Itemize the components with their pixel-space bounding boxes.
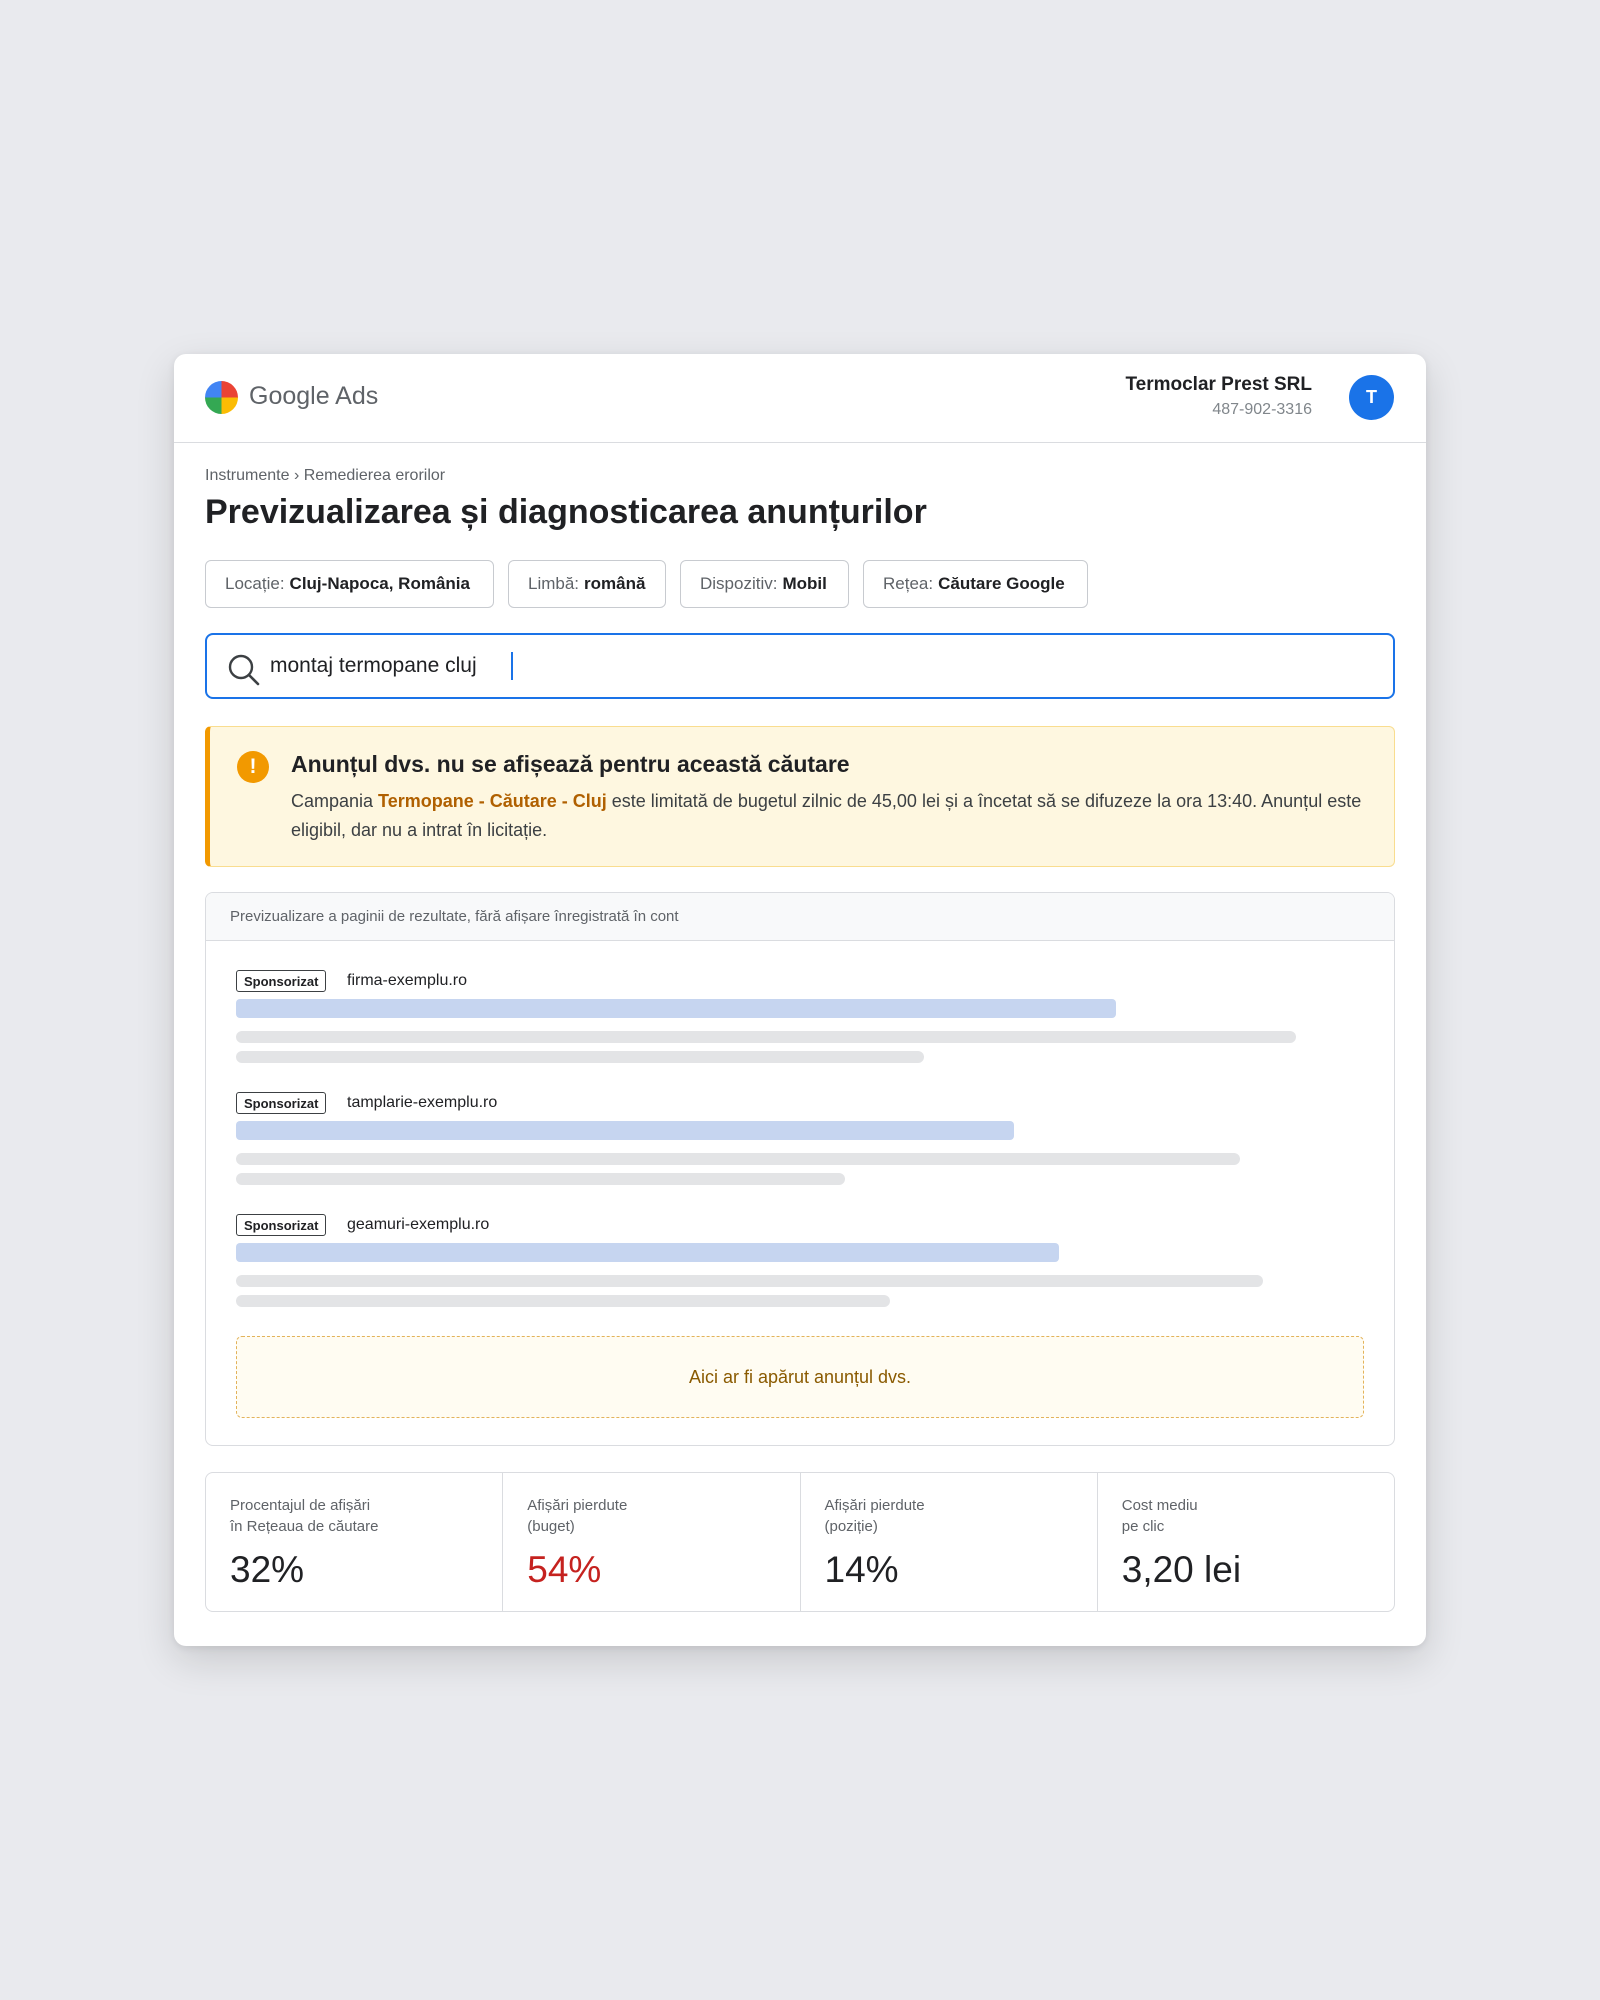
metric-avg-cpc: Cost mediu pe clic 3,20 lei [1098, 1473, 1394, 1611]
ad-description-placeholder [236, 1295, 890, 1307]
filter-location-value: Cluj-Napoca, România [289, 574, 470, 593]
filter-network-value: Căutare Google [938, 574, 1065, 593]
sponsored-badge: Sponsorizat [236, 1214, 327, 1236]
metric-label-line: Cost mediu [1121, 1497, 1198, 1514]
competitor-ad[interactable]: Sponsorizat geamuri-exemplu.ro [236, 1214, 1366, 1314]
metric-label: Afișări pierdute (buget) [527, 1495, 627, 1537]
metric-label-line: (buget) [527, 1518, 575, 1535]
search-icon [228, 654, 260, 686]
avatar[interactable]: T [1349, 375, 1394, 420]
ad-description-placeholder [236, 1031, 1296, 1043]
filter-language[interactable]: Limbă: română [508, 560, 666, 608]
sponsored-badge: Sponsorizat [236, 1092, 327, 1114]
filter-network[interactable]: Rețea: Căutare Google [863, 560, 1088, 608]
alert-body: Campania Termopane - Căutare - Cluj este… [291, 787, 1381, 845]
ad-headline-placeholder [236, 1243, 1059, 1262]
alert-body-prefix: Campania [291, 791, 379, 811]
breadcrumb-current: Remedierea erorilor [303, 467, 446, 484]
breadcrumb: Instrumente › Remedierea erorilor [205, 467, 445, 485]
breadcrumb-separator: › [293, 467, 300, 484]
filter-network-label: Rețea: [883, 574, 934, 593]
search-input[interactable]: montaj termopane cluj [205, 633, 1395, 699]
ad-description-placeholder [236, 1153, 1240, 1165]
account-id: 487-902-3316 [1212, 401, 1312, 418]
search-query: montaj termopane cluj [270, 654, 477, 677]
filter-device[interactable]: Dispozitiv: Mobil [680, 560, 849, 608]
budget-alert: ! Anunțul dvs. nu se afișează pentru ace… [205, 726, 1395, 867]
metric-lost-rank: Afișări pierdute (poziție) 14% [801, 1473, 1098, 1611]
warning-icon: ! [237, 751, 269, 783]
your-ad-slot: Aici ar fi apărut anunțul dvs. [236, 1336, 1364, 1418]
filter-language-label: Limbă: [528, 574, 580, 593]
ad-description-placeholder [236, 1173, 845, 1185]
ad-domain: firma-exemplu.ro [347, 972, 468, 989]
page-title: Previzualizarea și diagnosticarea anunțu… [205, 493, 927, 531]
ad-description-placeholder [236, 1275, 1263, 1287]
metric-label-line: în Rețeaua de căutare [230, 1518, 379, 1535]
preview-header-text: Previzualizare a paginii de rezultate, f… [230, 908, 679, 925]
filter-language-value: română [584, 574, 646, 593]
metric-label: Afișări pierdute (poziție) [825, 1495, 925, 1537]
competitor-ad[interactable]: Sponsorizat firma-exemplu.ro [236, 970, 1366, 1070]
campaign-link[interactable]: Termopane - Căutare - Cluj [378, 791, 607, 811]
alert-title: Anunțul dvs. nu se afișează pentru aceas… [291, 751, 850, 777]
sponsored-badge: Sponsorizat [236, 970, 327, 992]
metric-impression-share: Procentajul de afișări în Rețeaua de cău… [206, 1473, 504, 1611]
metric-label-line: pe clic [1121, 1518, 1165, 1535]
serp-preview: Previzualizare a paginii de rezultate, f… [205, 892, 1395, 1446]
text-cursor [511, 652, 513, 680]
metric-label: Cost mediu pe clic [1122, 1495, 1198, 1537]
competitor-ad[interactable]: Sponsorizat tamplarie-exemplu.ro [236, 1092, 1366, 1192]
metric-value: 14% [824, 1549, 899, 1590]
google-ads-logo[interactable] [205, 381, 238, 414]
ad-domain: tamplarie-exemplu.ro [347, 1094, 498, 1111]
metric-value: 32% [230, 1549, 305, 1590]
metric-value: 54% [527, 1549, 602, 1590]
metric-value: 3,20 lei [1121, 1549, 1242, 1590]
filter-location-label: Locație: [225, 574, 285, 593]
ad-description-placeholder [236, 1051, 924, 1063]
metric-label-line: Procentajul de afișări [230, 1497, 371, 1514]
filter-device-label: Dispozitiv: [700, 574, 778, 593]
breadcrumb-parent[interactable]: Instrumente [205, 467, 289, 484]
metric-label-line: Afișări pierdute [824, 1497, 925, 1514]
ad-domain: geamuri-exemplu.ro [347, 1216, 490, 1233]
app-window: Google Ads Termoclar Prest SRL 487-902-3… [174, 354, 1426, 1646]
metric-label-line: Afișări pierdute [527, 1497, 628, 1514]
filter-location[interactable]: Locație: Cluj-Napoca, România [205, 560, 494, 608]
metric-label-line: (poziție) [824, 1518, 878, 1535]
metrics-panel: Procentajul de afișări în Rețeaua de cău… [205, 1472, 1395, 1612]
brand-name: Google Ads [249, 382, 379, 410]
filter-device-value: Mobil [782, 574, 827, 593]
top-bar: Google Ads Termoclar Prest SRL 487-902-3… [174, 354, 1426, 443]
metric-label: Procentajul de afișări în Rețeaua de cău… [230, 1495, 378, 1537]
ad-headline-placeholder [236, 999, 1116, 1018]
account-name[interactable]: Termoclar Prest SRL [1125, 374, 1312, 396]
ad-headline-placeholder [236, 1121, 1014, 1140]
metric-lost-budget: Afișări pierdute (buget) 54% [503, 1473, 801, 1611]
preview-header: Previzualizare a paginii de rezultate, f… [206, 893, 1394, 941]
